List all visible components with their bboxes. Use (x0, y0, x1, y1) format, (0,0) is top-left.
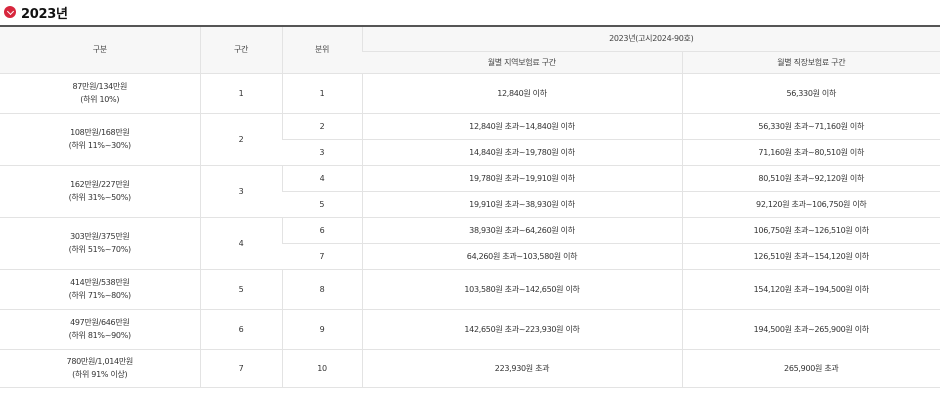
workplace-cell: 56,330원 초과~71,160원 이하 (681, 113, 940, 140)
category-range: (하위 81%~90%) (68, 331, 131, 340)
section-cell: 4 (199, 217, 282, 270)
category-amount: 87만원/134만원 (72, 82, 128, 91)
decile-cell: 1 (281, 73, 362, 114)
table-row: 303만원/375만원 (하위 51%~70%) 4 6 38,930원 초과~6… (0, 217, 940, 270)
table-row: 414만원/538만원 (하위 71%~80%) 5 8 103,580원 초과~… (0, 269, 940, 310)
section-cell: 2 (199, 113, 282, 166)
regional-cell: 38,930원 초과~64,260원 이하 (361, 217, 682, 244)
workplace-cell: 92,120원 초과~106,750원 이하 (681, 191, 940, 218)
workplace-cell: 126,510원 초과~154,120원 이하 (681, 243, 940, 270)
category-range: (하위 91% 이상) (72, 370, 128, 379)
category-cell: 497만원/646만원 (하위 81%~90%) (0, 309, 200, 350)
red-circle-check-icon (4, 6, 16, 18)
workplace-cell: 154,120원 초과~194,500원 이하 (681, 269, 940, 310)
regional-cell: 12,840원 이하 (361, 73, 682, 114)
regional-cell: 142,650원 초과~223,930원 이하 (361, 309, 682, 350)
decile-cell: 7 (282, 243, 362, 270)
regional-cell: 19,910원 초과~38,930원 이하 (361, 191, 682, 218)
workplace-cell: 106,750원 초과~126,510원 이하 (681, 217, 940, 244)
category-amount: 497만원/646만원 (70, 318, 130, 327)
decile-cell: 6 (281, 217, 362, 244)
table-row: 87만원/134만원 (하위 10%) 1 1 12,840원 이하 56,330… (0, 73, 940, 114)
category-range: (하위 71%~80%) (68, 291, 131, 300)
premium-bracket-table: 구분 구간 분위 2023년(고시2024-90호) 월별 지역보험료 구간 월… (0, 25, 940, 388)
section-heading: 2023년 (4, 3, 68, 22)
category-cell: 414만원/538만원 (하위 71%~80%) (0, 269, 200, 310)
decile-cell: 9 (281, 309, 362, 350)
category-amount: 162만원/227만원 (70, 180, 130, 189)
category-range: (하위 31%~50%) (68, 193, 131, 202)
section-cell: 3 (199, 165, 282, 218)
category-amount: 780만원/1,014만원 (66, 357, 134, 366)
header-workplace: 월별 직장보험료 구간 (681, 51, 940, 74)
category-cell: 162만원/227만원 (하위 31%~50%) (0, 165, 200, 218)
section-cell: 5 (199, 269, 282, 310)
category-cell: 303만원/375만원 (하위 51%~70%) (0, 217, 200, 270)
section-cell: 1 (199, 73, 282, 114)
header-regional: 월별 지역보험료 구간 (362, 51, 682, 74)
workplace-cell: 56,330원 이하 (681, 73, 940, 114)
section-title: 2023년 (21, 6, 68, 22)
category-cell: 87만원/134만원 (하위 10%) (0, 73, 200, 114)
workplace-cell: 80,510원 초과~92,120원 이하 (681, 165, 940, 192)
table-row: 108만원/168만원 (하위 11%~30%) 2 2 12,840원 초과~1… (0, 113, 940, 166)
decile-cell: 4 (281, 165, 362, 192)
header-group-2023: 2023년(고시2024-90호) (361, 26, 940, 52)
regional-cell: 103,580원 초과~142,650원 이하 (361, 269, 682, 310)
workplace-cell: 265,900원 초과 (681, 349, 940, 388)
decile-cell: 2 (281, 113, 362, 140)
header-section: 구간 (199, 26, 282, 74)
decile-cell: 3 (282, 139, 362, 166)
category-amount: 108만원/168만원 (70, 128, 130, 137)
table-header-row: 구분 구간 분위 2023년(고시2024-90호) (0, 26, 940, 74)
table-row: 780만원/1,014만원 (하위 91% 이상) 7 10 223,930원 초… (0, 349, 940, 388)
workplace-cell: 194,500원 초과~265,900원 이하 (681, 309, 940, 350)
table-row: 497만원/646만원 (하위 81%~90%) 6 9 142,650원 초과~… (0, 309, 940, 350)
regional-cell: 64,260원 초과~103,580원 이하 (361, 243, 682, 270)
category-range: (하위 51%~70%) (68, 245, 131, 254)
section-cell: 7 (199, 349, 282, 388)
regional-cell: 19,780원 초과~19,910원 이하 (361, 165, 682, 192)
category-amount: 414만원/538만원 (70, 278, 130, 287)
category-range: (하위 10%) (80, 95, 120, 104)
decile-cell: 8 (281, 269, 362, 310)
table-row: 162만원/227만원 (하위 31%~50%) 3 4 19,780원 초과~1… (0, 165, 940, 218)
category-amount: 303만원/375만원 (70, 232, 130, 241)
workplace-cell: 71,160원 초과~80,510원 이하 (681, 139, 940, 166)
regional-cell: 12,840원 초과~14,840원 이하 (361, 113, 682, 140)
section-cell: 6 (199, 309, 282, 350)
category-range: (하위 11%~30%) (68, 141, 131, 150)
category-cell: 108만원/168만원 (하위 11%~30%) (0, 113, 200, 166)
header-category: 구분 (0, 26, 200, 74)
regional-cell: 223,930원 초과 (361, 349, 682, 388)
category-cell: 780만원/1,014만원 (하위 91% 이상) (0, 349, 200, 388)
decile-cell: 5 (282, 191, 362, 218)
regional-cell: 14,840원 초과~19,780원 이하 (361, 139, 682, 166)
header-decile: 분위 (281, 26, 362, 74)
decile-cell: 10 (281, 349, 362, 388)
